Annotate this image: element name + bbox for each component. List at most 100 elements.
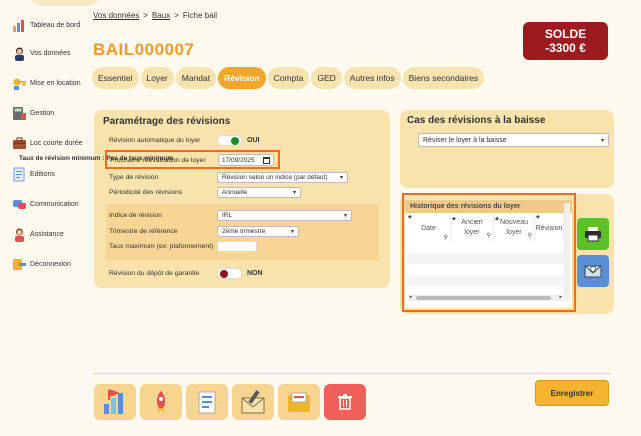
key-icon [12, 76, 27, 91]
sidebar-item-label: Vos données [30, 50, 71, 57]
tab-autres-infos[interactable]: Autres infos [343, 67, 401, 89]
sidebar-item-vos-donnees[interactable]: Vos données [12, 46, 70, 61]
sidebar-item-tableau-de-bord[interactable]: Tableau de bord [12, 18, 80, 33]
solde-label: SOLDE [544, 27, 587, 41]
suitcase-icon [12, 136, 27, 151]
breadcrumb-current: Fiche bail [182, 11, 218, 20]
sidebar-item-label: Loc courte durée [30, 140, 83, 147]
reference-quarter-row: Trimestre de référence 2ème trimestre ▾ [109, 226, 299, 237]
document-icon [12, 167, 27, 182]
revision-type-label: Type de révision [109, 174, 159, 181]
page-title: BAIL000007 [93, 40, 195, 59]
tab-loyer[interactable]: Loyer [140, 67, 174, 89]
downward-revision-title: Cas des révisions à la baisse [407, 115, 546, 126]
toggle-knob [220, 270, 228, 278]
tab-mandat[interactable]: Mandat [175, 67, 217, 89]
sidebar-item-editions[interactable]: Editions [12, 167, 55, 182]
revision-settings-title: Paramétrage des révisions [103, 116, 231, 127]
revision-index-select[interactable]: IRL ▾ [217, 210, 352, 221]
chevron-down-icon: ▾ [600, 137, 604, 144]
chevron-down-icon: ▾ [343, 213, 347, 219]
clipboard-icon [198, 391, 216, 414]
save-button[interactable]: Enregistrer [535, 380, 609, 406]
envelope-icon [584, 265, 602, 278]
sidebar-item-deconnexion[interactable]: Déconnexion [12, 257, 71, 272]
solde-value: -3300 € [545, 41, 586, 55]
printer-icon [585, 227, 601, 242]
auto-revision-toggle[interactable] [217, 135, 242, 146]
reference-quarter-label: Trimestre de référence [109, 228, 178, 235]
document-button[interactable] [186, 384, 228, 420]
revision-period-row: Périodicité des révisions Annuelle ▾ [109, 187, 301, 198]
sidebar-item-label: Assistance [30, 231, 64, 238]
print-button[interactable] [577, 218, 609, 250]
megaphone-icon [12, 197, 27, 212]
revision-index-label: Indice de révision [109, 212, 162, 219]
deposit-revision-toggle[interactable] [217, 268, 242, 279]
send-letter-button[interactable] [232, 384, 274, 420]
support-icon [12, 227, 27, 242]
revision-period-select[interactable]: Annuelle ▾ [217, 187, 301, 198]
envelope-pen-icon [241, 390, 265, 414]
tab-revision[interactable]: Révision [218, 67, 266, 89]
tab-compta[interactable]: Compta [267, 67, 310, 89]
user-icon [12, 46, 27, 61]
sidebar-item-gestion[interactable]: Gestion [12, 106, 54, 121]
reference-quarter-select[interactable]: 2ème trimestre ▾ [217, 226, 299, 237]
delete-button[interactable] [324, 384, 366, 420]
trash-icon [338, 394, 352, 410]
tab-essentiel[interactable]: Essentiel [92, 67, 139, 89]
max-rate-row: Taux maximum (ex: plafonnement) [109, 241, 257, 252]
chevron-down-icon: ▾ [339, 175, 343, 181]
tab-bar: Essentiel Loyer Mandat Révision Compta G… [92, 67, 485, 89]
sidebar-item-loc-courte-duree[interactable]: Loc courte durée [12, 136, 83, 151]
breadcrumb-vos-donnees[interactable]: Vos données [93, 11, 139, 20]
auto-revision-value: OUI [247, 137, 260, 144]
revision-type-select[interactable]: Révision selon un indice (par défaut) ▾ [217, 172, 348, 183]
tab-ged[interactable]: GED [311, 67, 342, 89]
statistics-button[interactable] [94, 384, 136, 420]
downward-revision-select[interactable]: Réviser le loyer à la baisse ▾ [418, 133, 609, 147]
solde-badge: SOLDE -3300 € [523, 22, 608, 60]
sidebar-item-communication[interactable]: Communication [12, 197, 79, 212]
deposit-revision-row: Révision du dépôt de garantie NON [109, 268, 263, 279]
revision-index-row: Indice de révision IRL ▾ [109, 210, 352, 221]
chevron-down-icon: ▾ [290, 229, 294, 235]
toggle-knob [231, 137, 239, 145]
calendar-icon[interactable] [263, 156, 270, 164]
minimum-rate-note: Taux de révision minimum : Pas de taux m… [19, 155, 174, 162]
launch-button[interactable] [140, 384, 182, 420]
sidebar-item-label: Déconnexion [30, 261, 71, 268]
sidebar-item-assistance[interactable]: Assistance [12, 227, 64, 242]
tab-biens-secondaires[interactable]: Biens secondaires [402, 67, 485, 89]
sidebar-item-label: Editions [30, 171, 55, 178]
downward-revision-panel: Cas des révisions à la baisse [400, 110, 614, 188]
payment-button[interactable] [278, 384, 320, 420]
sidebar-logo-area [25, 0, 105, 6]
sidebar-item-label: Tableau de bord [30, 22, 81, 29]
breadcrumb-baux[interactable]: Baux [152, 11, 170, 20]
auto-revision-row: Révision automatique du loyer OUI [109, 135, 259, 146]
sidebar-item-mise-en-location[interactable]: Mise en location [12, 76, 81, 91]
revision-period-label: Périodicité des révisions [109, 189, 183, 196]
max-rate-input[interactable] [217, 241, 257, 252]
revision-type-row: Type de révision Révision selon un indic… [109, 172, 348, 183]
chevron-down-icon: ▾ [292, 190, 296, 196]
chart-icon [12, 18, 27, 33]
calculator-icon [12, 106, 27, 121]
sidebar: Tableau de bord Vos données Mise en loca… [0, 0, 105, 436]
power-icon [12, 257, 27, 272]
email-button[interactable] [577, 255, 609, 287]
auto-revision-label: Révision automatique du loyer [109, 137, 201, 144]
max-rate-label: Taux maximum (ex: plafonnement) [109, 243, 214, 250]
rocket-icon [156, 391, 166, 413]
sidebar-item-label: Communication [30, 201, 79, 208]
breadcrumb: Vos données > Baux > Fiche bail [93, 11, 218, 20]
next-revaluation-date-input[interactable]: 17/09/2025 [218, 154, 274, 166]
sidebar-item-label: Mise en location [30, 80, 81, 87]
deposit-revision-value: NON [247, 270, 263, 277]
history-highlight [402, 193, 576, 312]
folder-money-icon [288, 392, 310, 412]
bar-chart-icon [104, 389, 123, 414]
sidebar-item-label: Gestion [30, 110, 55, 117]
